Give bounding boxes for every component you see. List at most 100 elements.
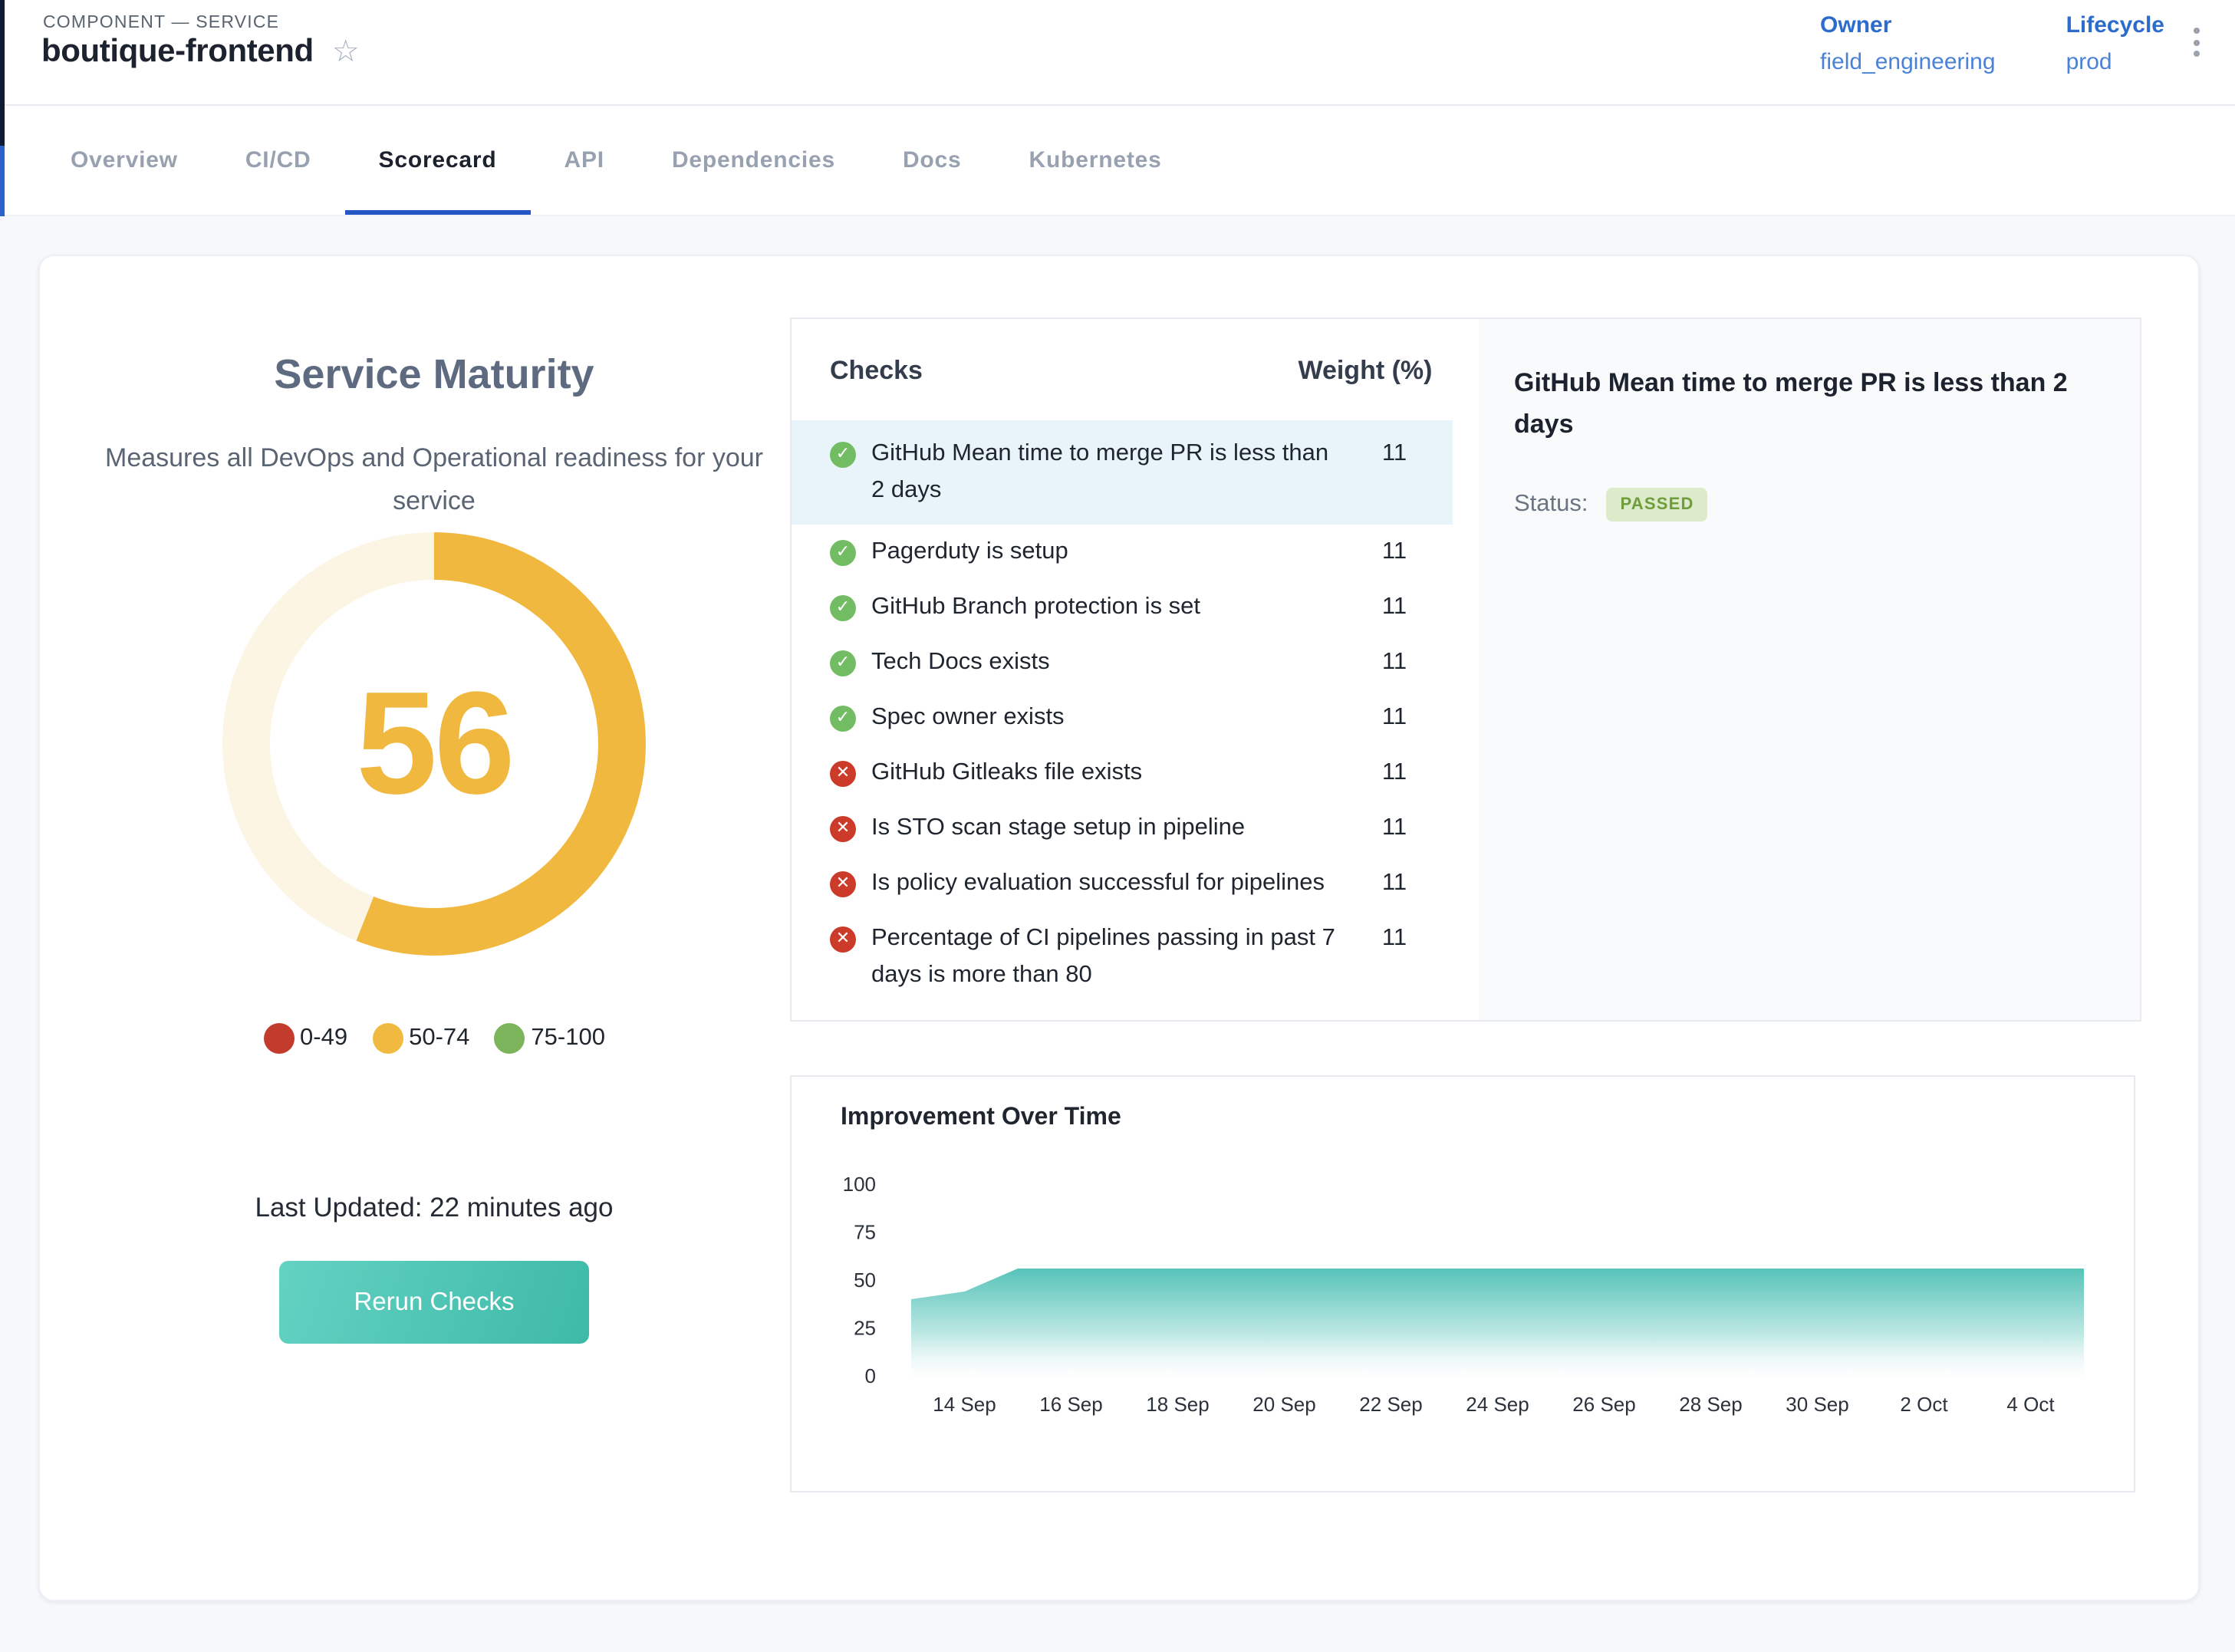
svg-text:22 Sep: 22 Sep (1359, 1393, 1422, 1416)
svg-text:2 Oct: 2 Oct (1900, 1393, 1948, 1416)
check-status-row: Status: PASSED (1514, 488, 2103, 522)
check-row[interactable]: ✓ Pagerduty is setup11 (792, 525, 1453, 580)
improvement-chart-title: Improvement Over Time (841, 1104, 2134, 1132)
svg-text:25: 25 (854, 1317, 876, 1340)
breadcrumb: COMPONENT — SERVICE (43, 14, 279, 32)
svg-text:100: 100 (843, 1173, 876, 1196)
lifecycle-block: Lifecycle prod (2066, 12, 2164, 75)
check-weight: 11 (1336, 755, 1453, 791)
check-row[interactable]: ✓GitHub Mean time to merge PR is less th… (792, 420, 1453, 525)
check-fail-icon: ✕ (830, 815, 856, 841)
tab-overview[interactable]: Overview (37, 106, 212, 215)
owner-value[interactable]: field_engineering (1820, 49, 1996, 75)
scorecard-card: Service Maturity Measures all DevOps and… (38, 255, 2200, 1601)
score-donut-chart: 56 (222, 532, 646, 956)
left-nav-active-edge (0, 146, 5, 216)
check-pass-icon: ✓ (830, 594, 856, 620)
legend-item-50-74: 50-74 (372, 1023, 469, 1054)
check-label: GitHub Gitleaks file exists (871, 755, 1336, 791)
svg-text:26 Sep: 26 Sep (1572, 1393, 1635, 1416)
check-label: Spec owner exists (871, 699, 1336, 736)
main-content: Service Maturity Measures all DevOps and… (0, 216, 2235, 1601)
svg-text:75: 75 (854, 1221, 876, 1244)
svg-text:16 Sep: 16 Sep (1039, 1393, 1102, 1416)
check-label: Is STO scan stage setup in pipeline (871, 810, 1336, 847)
tab-api[interactable]: API (531, 106, 638, 215)
legend-item-0-49: 0-49 (263, 1023, 347, 1054)
check-row[interactable]: ✓ GitHub Branch protection is set11 (792, 580, 1453, 635)
check-detail-panel: GitHub Mean time to merge PR is less tha… (1479, 319, 2140, 1020)
svg-text:18 Sep: 18 Sep (1146, 1393, 1209, 1416)
entity-meta: Owner field_engineering Lifecycle prod (1820, 12, 2164, 75)
status-label: Status: (1514, 491, 1588, 518)
check-fail-icon: ✕ (830, 760, 856, 786)
legend-dot (372, 1023, 403, 1054)
check-pass-icon: ✓ (830, 539, 856, 565)
svg-text:24 Sep: 24 Sep (1466, 1393, 1529, 1416)
improvement-area-chart: 0 25 50 75 100 14 Sep 16 Sep 18 Sep 20 Sep 22 Sep… (822, 1153, 2120, 1460)
checks-table: Checks Weight (%) ✓ GitHub Mean time to m… (792, 319, 1479, 1020)
check-fail-icon: ✕ (830, 870, 856, 897)
owner-block: Owner field_engineering (1820, 12, 1996, 75)
check-label: Tech Docs exists (871, 644, 1336, 681)
left-nav-edge (0, 0, 5, 146)
check-row[interactable]: ✕ Is STO scan stage setup in pipeline11 (792, 801, 1453, 856)
check-weight: 11 (1336, 920, 1453, 957)
scorecard-subtitle: Measures all DevOps and Operational read… (87, 437, 781, 523)
legend-dot (263, 1023, 294, 1054)
check-pass-icon: ✓ (830, 650, 856, 676)
checks-table-header: Checks Weight (%) (830, 356, 1465, 387)
svg-text:20 Sep: 20 Sep (1252, 1393, 1315, 1416)
tab-ci-cd[interactable]: CI/CD (212, 106, 345, 215)
legend-dot (494, 1023, 525, 1054)
check-label: Is policy evaluation successful for pipe… (871, 865, 1336, 902)
check-detail-title: GitHub Mean time to merge PR is less tha… (1514, 362, 2103, 445)
check-row[interactable]: ✕ Is policy evaluation successful for pip… (792, 856, 1453, 911)
scorecard-title: Service Maturity (78, 345, 790, 403)
check-row[interactable]: ✕ GitHub Gitleaks file exists11 (792, 745, 1453, 801)
tab-dependencies[interactable]: Dependencies (638, 106, 869, 215)
checks-panel: Checks Weight (%) ✓ GitHub Mean time to m… (790, 318, 2141, 1022)
tab-scorecard[interactable]: Scorecard (345, 106, 531, 215)
svg-text:50: 50 (854, 1269, 876, 1292)
improvement-chart-card: Improvement Over Time 0 25 50 75 100 14 Sep 16… (790, 1075, 2135, 1492)
check-fail-icon: ✕ (830, 926, 856, 952)
score-value: 56 (356, 660, 512, 828)
check-row[interactable]: ✓ Spec owner exists11 (792, 690, 1453, 745)
rerun-checks-button[interactable]: Rerun Checks (279, 1261, 589, 1344)
check-weight: 11 (1336, 644, 1453, 681)
last-updated: Last Updated: 22 minutes ago (78, 1192, 790, 1224)
check-row[interactable]: ✓ Tech Docs exists11 (792, 635, 1453, 690)
maturity-summary: Service Maturity Measures all DevOps and… (78, 256, 790, 1344)
check-pass-icon: ✓ (830, 705, 856, 731)
check-weight: 11 (1336, 534, 1453, 571)
check-label: GitHub Branch protection is set (871, 589, 1336, 626)
check-label: Percentage of CI pipelines passing in pa… (871, 920, 1336, 994)
check-row[interactable]: ✕ Percentage of CI pipelines passing in p… (792, 911, 1453, 1003)
score-legend: 0-49 50-74 75-100 (78, 1023, 790, 1054)
header: COMPONENT — SERVICE boutique-frontend ☆ … (0, 0, 2235, 106)
lifecycle-label: Lifecycle (2066, 12, 2164, 38)
check-weight: 11 (1336, 865, 1453, 902)
svg-text:30 Sep: 30 Sep (1786, 1393, 1848, 1416)
legend-item-75-100: 75-100 (494, 1023, 605, 1054)
weight-column-header: Weight (%) (1266, 356, 1465, 387)
svg-text:28 Sep: 28 Sep (1679, 1393, 1742, 1416)
check-label: GitHub Mean time to merge PR is less tha… (871, 436, 1336, 509)
page-title: boutique-frontend (41, 34, 314, 71)
check-weight: 11 (1336, 436, 1453, 472)
tab-kubernetes[interactable]: Kubernetes (996, 106, 1196, 215)
check-weight: 11 (1336, 699, 1453, 736)
kebab-menu-icon[interactable] (2184, 18, 2209, 66)
check-weight: 11 (1336, 589, 1453, 626)
checks-rows: ✓ GitHub Mean time to merge PR is less th… (792, 420, 1479, 1003)
check-weight: 11 (1336, 810, 1453, 847)
check-label: Pagerduty is setup (871, 534, 1336, 571)
tab-bar: OverviewCI/CDScorecardAPIDependenciesDoc… (0, 106, 2235, 216)
svg-text:4 Oct: 4 Oct (2006, 1393, 2055, 1416)
favorite-star-icon[interactable]: ☆ (332, 37, 360, 67)
svg-text:14 Sep: 14 Sep (933, 1393, 996, 1416)
tab-docs[interactable]: Docs (869, 106, 996, 215)
page: COMPONENT — SERVICE boutique-frontend ☆ … (0, 0, 2235, 1652)
svg-text:0: 0 (865, 1364, 876, 1387)
